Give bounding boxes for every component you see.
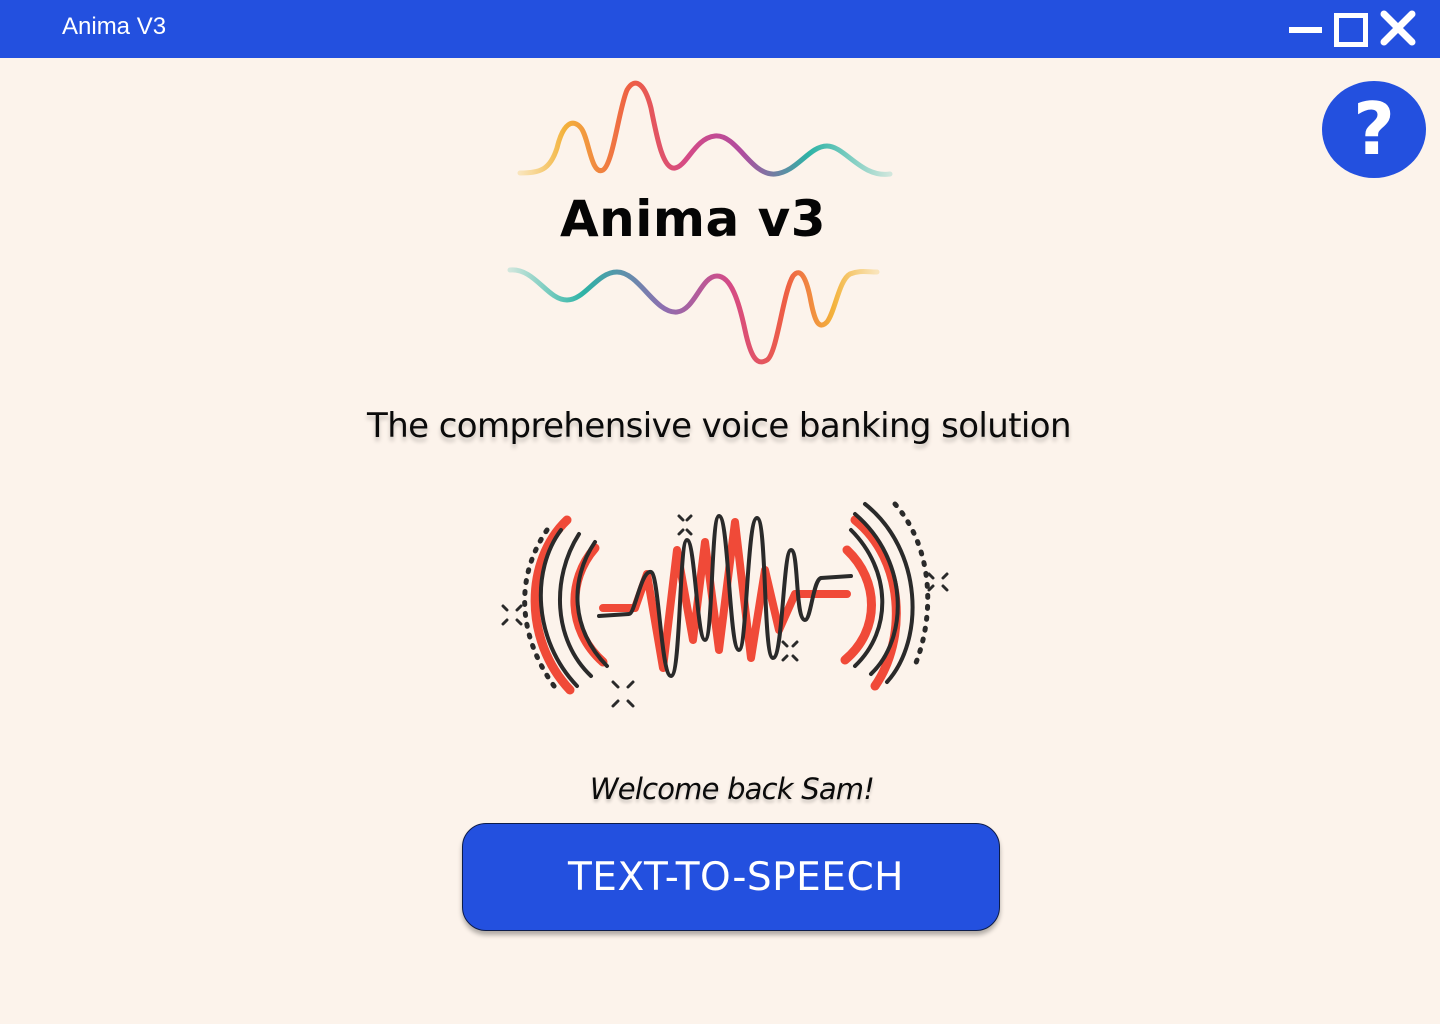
logo-wave-top	[515, 78, 895, 193]
maximize-button[interactable]	[1332, 8, 1372, 48]
close-button[interactable]	[1378, 8, 1418, 48]
tagline: The comprehensive voice banking solution	[367, 406, 1071, 446]
minimize-icon	[1285, 8, 1325, 48]
help-button[interactable]: ?	[1322, 81, 1426, 178]
text-to-speech-button-label: TEXT-TO-SPEECH	[567, 854, 905, 900]
text-to-speech-button[interactable]: TEXT-TO-SPEECH	[462, 823, 1000, 931]
close-icon	[1378, 8, 1418, 48]
sound-wave-icon	[495, 490, 955, 725]
welcome-message: Welcome back Sam!	[589, 772, 875, 806]
title-bar[interactable]: Anima V3	[0, 0, 1440, 58]
maximize-icon	[1332, 8, 1372, 48]
logo-wave-bottom	[505, 262, 885, 377]
app-name: Anima v3	[559, 190, 827, 248]
app-window: Anima V3 ? Anima v3 The comprehensive vo…	[0, 0, 1440, 1024]
minimize-button[interactable]	[1285, 8, 1325, 48]
svg-text:?: ?	[1353, 87, 1395, 171]
window-title: Anima V3	[62, 13, 167, 40]
